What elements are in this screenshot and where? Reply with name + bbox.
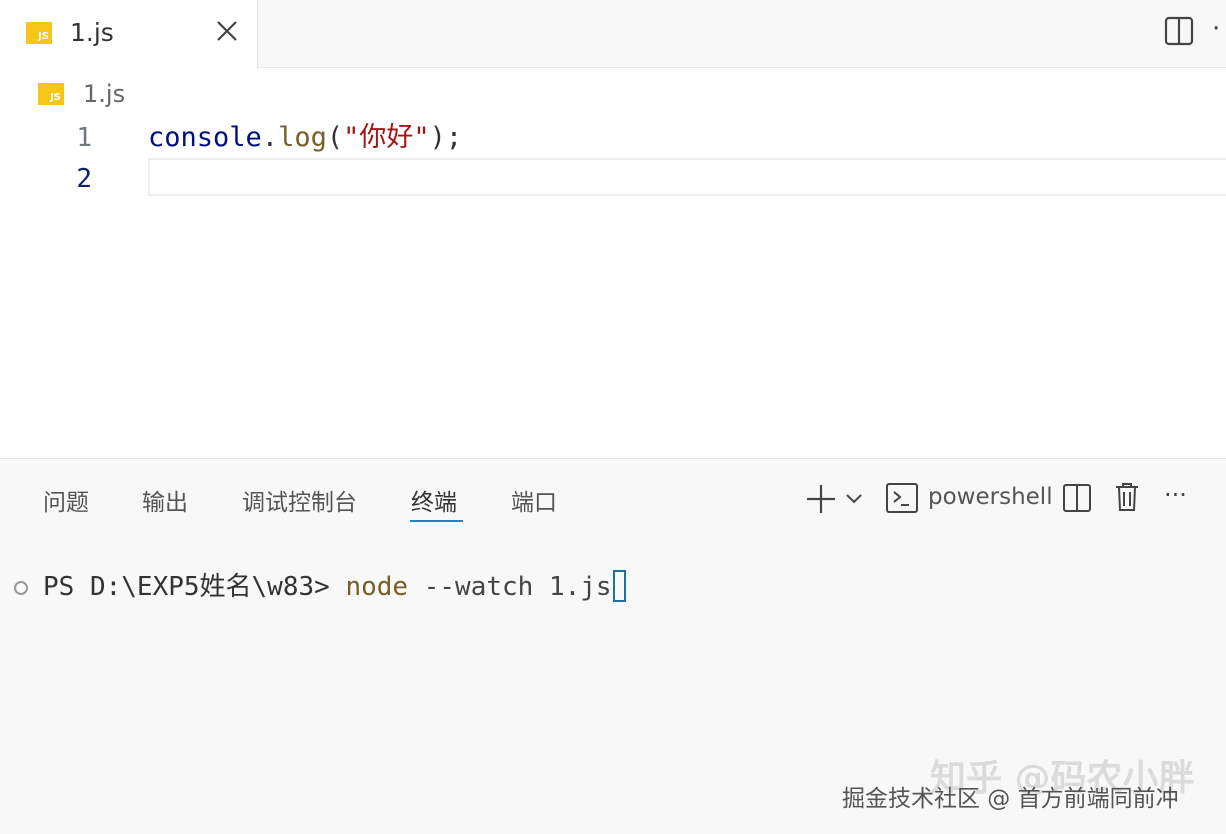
code-text: console.log("你好"); (148, 118, 462, 158)
terminal-line[interactable]: PS D:\EXP5姓名\w83> node --watch 1.js (14, 567, 1214, 607)
terminal-prompt: PS D:\EXP5姓名\w83> (43, 572, 346, 602)
token-string: "你好" (343, 122, 430, 153)
js-file-icon: JS (26, 22, 52, 44)
chevron-down-icon[interactable] (845, 491, 863, 510)
terminal-args: --watch 1.js (408, 572, 612, 602)
code-editor[interactable]: 1 console.log("你好"); 2 (0, 118, 1226, 458)
editor-tab-bar: JS 1.js · (0, 0, 1226, 69)
trash-icon[interactable] (1114, 481, 1140, 517)
token-dot: . (261, 122, 279, 153)
terminal-text: PS D:\EXP5姓名\w83> node --watch 1.js (43, 567, 626, 607)
more-actions-icon[interactable]: ··· (1164, 481, 1187, 509)
tab-output[interactable]: 输出 (142, 483, 188, 517)
split-terminal-icon[interactable] (1062, 483, 1092, 517)
watermark: 掘金技术社区 @ 首方前端同前冲 (842, 786, 1179, 812)
line-number: 1 (76, 123, 92, 153)
current-line-highlight (148, 158, 1226, 196)
tab-terminal[interactable]: 终端 (411, 483, 457, 517)
breadcrumb-file[interactable]: 1.js (83, 80, 125, 108)
token-identifier: console (148, 122, 262, 153)
split-editor-icon[interactable] (1163, 15, 1195, 47)
terminal-command: node (345, 572, 409, 602)
line-number: 2 (76, 164, 92, 194)
tab-debug-console[interactable]: 调试控制台 (242, 483, 357, 517)
tab-label: 1.js (70, 18, 114, 47)
shell-name[interactable]: powershell (928, 484, 1053, 510)
code-line: 1 console.log("你好"); (0, 118, 1226, 158)
js-file-icon: JS (38, 83, 64, 105)
more-actions-icon[interactable]: · (1212, 14, 1220, 44)
tab-ports[interactable]: 端口 (511, 483, 557, 517)
token-open-paren: ( (326, 122, 344, 153)
active-tab-indicator (410, 520, 463, 522)
terminal-cursor (612, 570, 626, 602)
token-function: log (278, 122, 327, 153)
close-icon[interactable] (212, 16, 242, 46)
new-terminal-icon[interactable] (805, 483, 837, 519)
editor-tab-1js[interactable]: JS 1.js (0, 0, 258, 69)
token-close: ); (429, 122, 463, 153)
tab-problems[interactable]: 问题 (43, 483, 89, 517)
terminal-shell-icon[interactable] (885, 481, 919, 519)
command-status-icon[interactable] (14, 581, 28, 595)
bottom-panel: 问题 输出 调试控制台 终端 端口 powershell ··· PS D:\E… (0, 458, 1226, 834)
